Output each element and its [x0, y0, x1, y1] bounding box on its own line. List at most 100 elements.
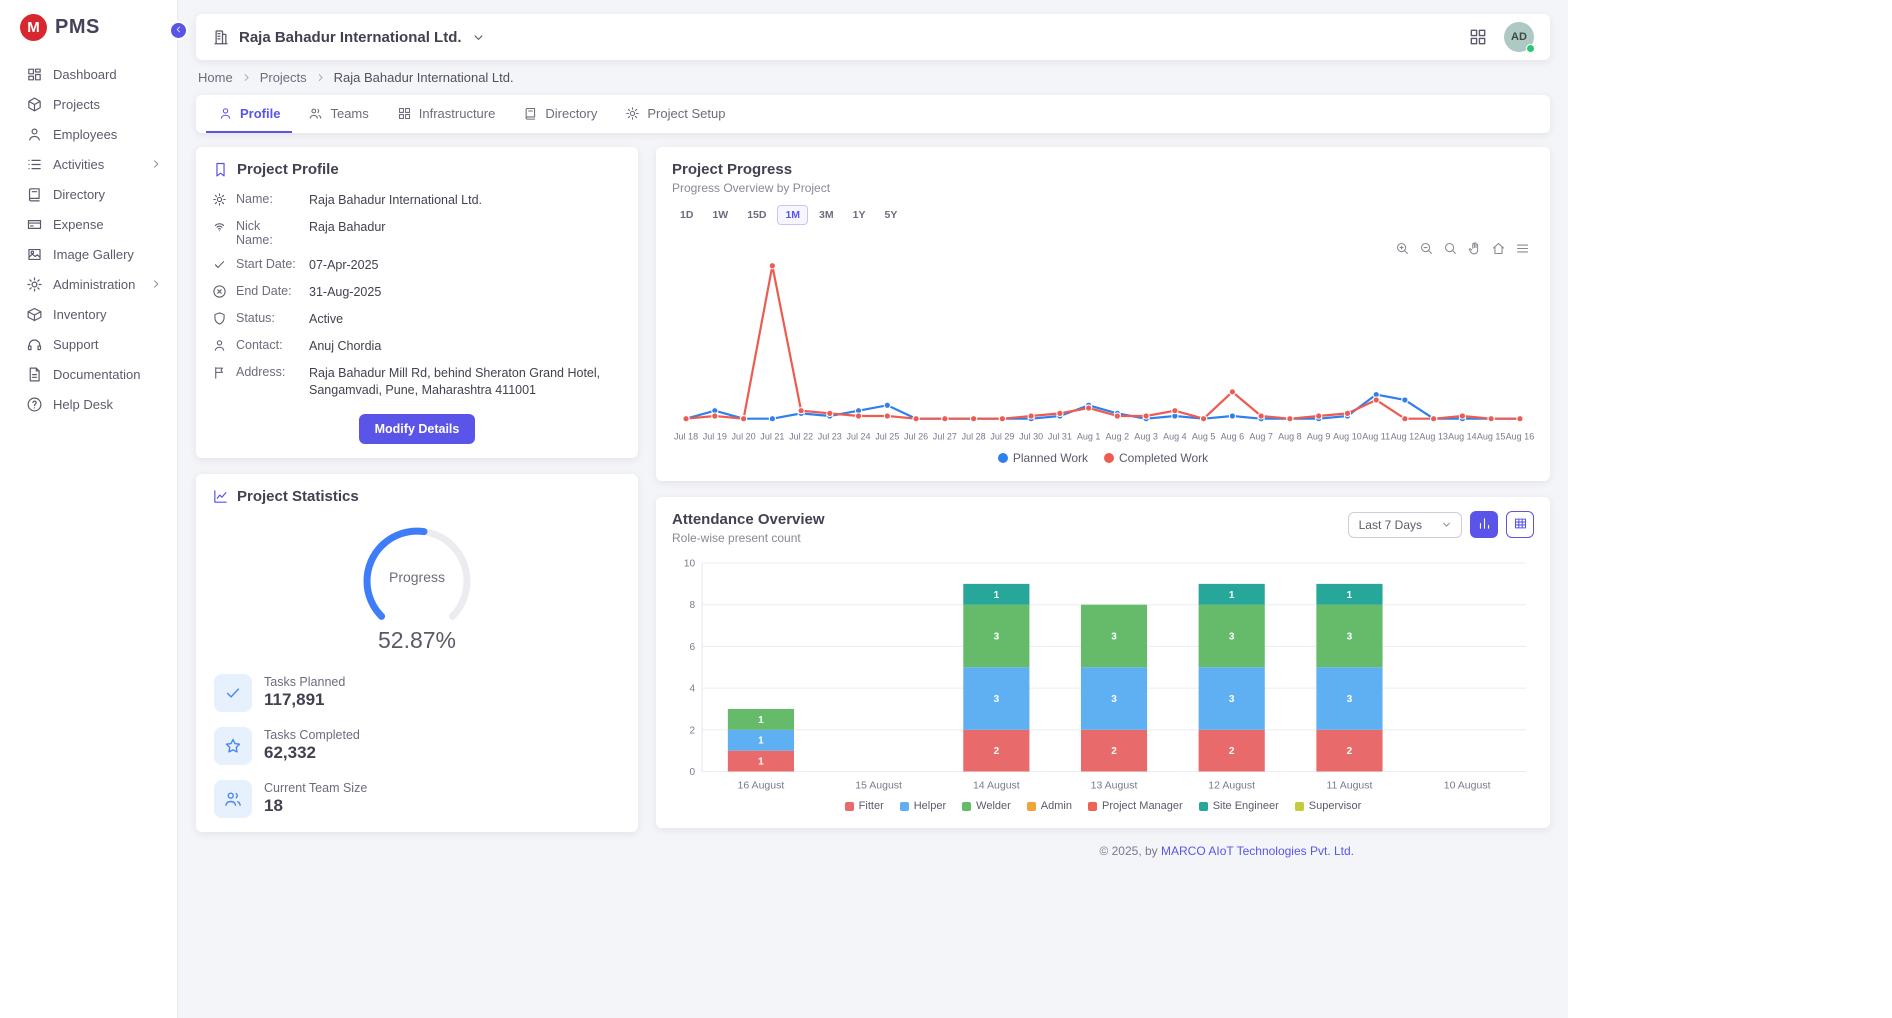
sidebar-item-label: Help Desk	[53, 397, 113, 412]
svg-text:Aug 1: Aug 1	[1077, 431, 1101, 441]
date-range-select[interactable]: Last 7 Days	[1348, 512, 1462, 538]
users-icon	[308, 106, 323, 121]
sidebar-collapse-button[interactable]	[169, 21, 188, 40]
project-selector[interactable]: Raja Bahadur International Ltd.	[212, 28, 486, 46]
sidebar-item-activities[interactable]: Activities	[0, 149, 177, 179]
svg-text:Jul 24: Jul 24	[847, 431, 871, 441]
svg-text:10: 10	[684, 559, 696, 570]
breadcrumb-item-home[interactable]: Home	[198, 70, 233, 85]
menu-icon[interactable]	[1515, 241, 1530, 256]
svg-text:1: 1	[1229, 590, 1235, 601]
users-icon	[214, 780, 252, 818]
sidebar-item-directory[interactable]: Directory	[0, 179, 177, 209]
breadcrumb-item-projects[interactable]: Projects	[260, 70, 307, 85]
range-button-1y[interactable]: 1Y	[845, 205, 874, 225]
gear-icon	[625, 106, 640, 121]
table-view-button[interactable]	[1506, 511, 1534, 538]
chevron-right-icon	[149, 157, 163, 171]
app-root: M PMS DashboardProjectsEmployeesActiviti…	[0, 0, 1892, 1018]
range-button-15d[interactable]: 15D	[739, 205, 774, 225]
user-icon	[212, 338, 227, 353]
tab-teams[interactable]: Teams	[296, 95, 380, 133]
range-button-5y[interactable]: 5Y	[876, 205, 905, 225]
progress-chart-canvas[interactable]: Jul 18Jul 19Jul 20Jul 21Jul 22Jul 23Jul …	[672, 239, 1534, 447]
legend-site-engineer[interactable]: Site Engineer	[1199, 800, 1279, 812]
svg-text:15 August: 15 August	[855, 780, 902, 792]
sidebar-item-expense[interactable]: Expense	[0, 209, 177, 239]
attendance-chart-canvas[interactable]: 024681011116 August15 August233114 Augus…	[672, 555, 1534, 796]
sidebar-item-support[interactable]: Support	[0, 329, 177, 359]
zoom-out-icon[interactable]	[1419, 241, 1434, 256]
bar-view-button[interactable]	[1470, 511, 1498, 538]
svg-text:Aug 8: Aug 8	[1278, 431, 1302, 441]
home-icon[interactable]	[1491, 241, 1506, 256]
bar-chart-icon	[1477, 516, 1492, 534]
zoom-in-icon[interactable]	[1395, 241, 1410, 256]
sidebar-item-employees[interactable]: Employees	[0, 119, 177, 149]
range-button-1d[interactable]: 1D	[672, 205, 701, 225]
svg-text:3: 3	[1229, 632, 1235, 643]
svg-text:Aug 12: Aug 12	[1391, 431, 1420, 441]
pan-icon[interactable]	[1467, 241, 1482, 256]
chevron-down-icon	[471, 30, 486, 45]
tab-label: Profile	[240, 106, 280, 121]
sidebar-item-help-desk[interactable]: Help Desk	[0, 389, 177, 419]
svg-text:1: 1	[1347, 590, 1353, 601]
sidebar-item-inventory[interactable]: Inventory	[0, 299, 177, 329]
zoom-icon[interactable]	[1443, 241, 1458, 256]
field-label: Status:	[236, 311, 300, 325]
tab-project-setup[interactable]: Project Setup	[613, 95, 737, 133]
svg-text:2: 2	[1347, 747, 1353, 758]
legend-project-manager[interactable]: Project Manager	[1088, 800, 1183, 812]
stat-label: Tasks Planned	[264, 675, 345, 689]
legend-admin[interactable]: Admin	[1027, 800, 1072, 812]
legend-marker	[900, 802, 909, 811]
legend-helper[interactable]: Helper	[900, 800, 946, 812]
tab-directory[interactable]: Directory	[511, 95, 609, 133]
range-button-1w[interactable]: 1W	[704, 205, 736, 225]
profile-field-end-date: End Date:31-Aug-2025	[212, 284, 622, 302]
avatar[interactable]: AD	[1504, 22, 1534, 52]
range-button-1m[interactable]: 1M	[777, 205, 808, 225]
svg-text:Aug 14: Aug 14	[1448, 431, 1477, 441]
legend-marker	[1027, 802, 1036, 811]
tab-profile[interactable]: Profile	[206, 95, 292, 133]
project-statistics-card: Project Statistics Progress 52.87% Tasks…	[196, 474, 638, 832]
legend-supervisor[interactable]: Supervisor	[1295, 800, 1362, 812]
profile-card-title: Project Profile	[237, 161, 339, 178]
support-icon	[26, 336, 43, 353]
svg-text:Aug 4: Aug 4	[1163, 431, 1187, 441]
svg-text:2: 2	[689, 726, 695, 737]
footer-link[interactable]: MARCO AIoT Technologies Pvt. Ltd.	[1161, 844, 1354, 858]
range-button-3m[interactable]: 3M	[811, 205, 842, 225]
employees-icon	[26, 126, 43, 143]
legend-marker	[1199, 802, 1208, 811]
documentation-icon	[26, 366, 43, 383]
project-profile-card: Project Profile Name:Raja Bahadur Intern…	[196, 147, 638, 458]
modify-details-button[interactable]: Modify Details	[359, 414, 476, 444]
legend-planned-work[interactable]: Planned Work	[998, 451, 1088, 465]
sidebar-item-administration[interactable]: Administration	[0, 269, 177, 299]
sidebar-item-dashboard[interactable]: Dashboard	[0, 59, 177, 89]
sidebar-item-image-gallery[interactable]: Image Gallery	[0, 239, 177, 269]
legend-fitter[interactable]: Fitter	[845, 800, 884, 812]
tab-bar: Profile TeamsInfrastructureDirectoryProje…	[196, 95, 1550, 133]
tab-infrastructure[interactable]: Infrastructure	[385, 95, 508, 133]
chevron-left-icon	[173, 23, 184, 38]
projects-icon	[26, 96, 43, 113]
left-column: Project Profile Name:Raja Bahadur Intern…	[196, 147, 638, 832]
sidebar-item-documentation[interactable]: Documentation	[0, 359, 177, 389]
legend-welder[interactable]: Welder	[962, 800, 1011, 812]
sidebar-item-projects[interactable]: Projects	[0, 89, 177, 119]
apps-grid-icon[interactable]	[1468, 27, 1488, 47]
star-icon	[214, 727, 252, 765]
table-icon	[1513, 516, 1528, 534]
app-logo[interactable]: M PMS	[0, 14, 177, 59]
expense-icon	[26, 216, 43, 233]
legend-completed-work[interactable]: Completed Work	[1104, 451, 1208, 465]
svg-text:3: 3	[994, 632, 1000, 643]
sidebar-item-label: Image Gallery	[53, 247, 134, 262]
svg-text:6: 6	[689, 642, 695, 653]
field-value: Anuj Chordia	[309, 338, 622, 356]
legend-marker	[1088, 802, 1097, 811]
